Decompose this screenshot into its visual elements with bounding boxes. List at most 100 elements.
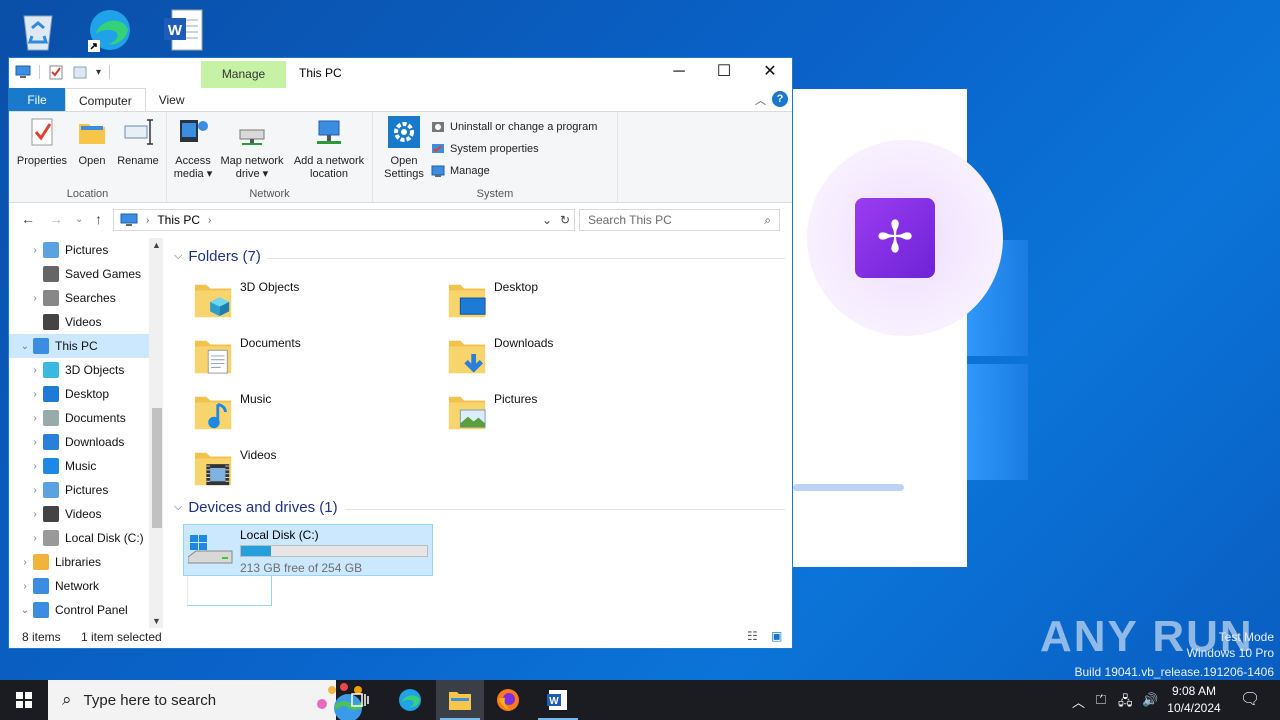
back-button[interactable]: ← [21, 211, 35, 227]
taskbar-word-button[interactable]: W [534, 680, 582, 720]
minimize-button[interactable]: ─ [656, 58, 702, 88]
collapsed-chevron-icon[interactable]: › [27, 389, 43, 400]
details-view-icon[interactable]: ☷ [747, 629, 758, 643]
scroll-down-icon[interactable]: ▼ [152, 616, 161, 626]
expanded-chevron-icon[interactable]: ⌄ [17, 605, 33, 616]
uninstall-program-button[interactable]: Uninstall or change a program [431, 120, 597, 134]
add-network-location-button[interactable]: Add a network location [289, 116, 369, 181]
task-view-button[interactable] [336, 680, 384, 720]
help-icon[interactable]: ? [772, 91, 788, 107]
nav-item[interactable]: › 3D Objects [9, 358, 149, 382]
app-logo-icon: ✢ [855, 198, 935, 278]
properties-button[interactable]: Properties [15, 116, 69, 168]
folders-header-label: Folders (7) [188, 248, 261, 265]
nav-item[interactable]: › Network [9, 574, 149, 598]
devices-section-header[interactable]: ⌵ Devices and drives (1) [174, 499, 338, 516]
nav-item[interactable]: Videos [9, 310, 149, 334]
up-button[interactable]: ↑ [95, 211, 102, 227]
nav-item[interactable]: › Downloads [9, 430, 149, 454]
folder-item[interactable]: Music [193, 390, 433, 440]
show-hidden-icons-icon[interactable]: ︿ [1072, 692, 1085, 711]
taskbar-search-box[interactable]: ⌕ Type here to search [48, 680, 364, 720]
forward-button[interactable]: → [49, 211, 63, 227]
system-properties-button[interactable]: System properties [431, 142, 539, 156]
collapsed-chevron-icon[interactable]: › [27, 533, 43, 544]
nav-item[interactable]: › Local Disk (C:) [9, 526, 149, 550]
collapsed-chevron-icon[interactable]: › [27, 437, 43, 448]
nav-item[interactable]: › Searches [9, 286, 149, 310]
folder-item[interactable]: Desktop [447, 278, 687, 328]
collapsed-chevron-icon[interactable]: › [27, 413, 43, 424]
network-icon[interactable]: 🖧 [1118, 692, 1133, 714]
open-settings-label-1: Open [390, 155, 418, 167]
folder-item[interactable]: Documents [193, 334, 433, 384]
properties-qat-icon[interactable] [48, 64, 64, 80]
local-disk-c[interactable]: Local Disk (C:) 213 GB free of 254 GB [183, 524, 433, 576]
scrollbar-thumb[interactable] [152, 408, 162, 528]
nav-item[interactable]: ⌄ Control Panel [9, 598, 149, 622]
new-folder-qat-icon[interactable] [72, 64, 88, 80]
nav-item[interactable]: › Documents [9, 406, 149, 430]
taskbar-edge-button[interactable] [386, 680, 434, 720]
system-clock[interactable]: 9:08 AM 10/4/2024 [1158, 683, 1230, 717]
collapsed-chevron-icon[interactable]: › [27, 245, 43, 256]
scroll-up-icon[interactable]: ▲ [152, 240, 161, 250]
open-button[interactable]: Open [71, 116, 113, 168]
taskbar-firefox-button[interactable] [484, 680, 532, 720]
recycle-bin-icon[interactable] [14, 6, 62, 54]
nav-item[interactable]: › Videos [9, 502, 149, 526]
nav-item[interactable]: › Music [9, 454, 149, 478]
collapsed-chevron-icon[interactable]: › [27, 461, 43, 472]
folders-section-header[interactable]: ⌵ Folders (7) [174, 248, 261, 265]
folder-item[interactable]: Downloads [447, 334, 687, 384]
edge-icon[interactable] [86, 6, 134, 54]
3d-objects-folder-icon [194, 284, 232, 318]
address-dropdown-icon[interactable]: ⌄ [542, 213, 552, 227]
nav-item[interactable]: › Pictures [9, 478, 149, 502]
nav-item[interactable]: › Desktop [9, 382, 149, 406]
breadcrumb-this-pc[interactable]: This PC [157, 213, 200, 227]
tab-file[interactable]: File [9, 88, 65, 112]
folder-item[interactable]: Pictures [447, 390, 687, 440]
nav-item-label: Desktop [65, 387, 110, 401]
collapsed-chevron-icon[interactable]: › [17, 557, 33, 568]
folder-item[interactable]: 3D Objects [193, 278, 433, 328]
collapsed-chevron-icon[interactable]: › [17, 581, 33, 592]
computer-icon [15, 65, 31, 78]
breadcrumb-chevron-icon[interactable]: › [208, 215, 211, 226]
volume-icon[interactable]: 🔊 [1142, 692, 1158, 708]
collapse-ribbon-icon[interactable]: ︿ [755, 92, 766, 108]
close-button[interactable]: ✕ [747, 58, 793, 88]
refresh-icon[interactable]: ↻ [560, 213, 570, 227]
tab-view[interactable]: View [146, 88, 198, 112]
nav-item[interactable]: › Libraries [9, 550, 149, 574]
word-icon[interactable]: W [160, 6, 208, 54]
tab-computer[interactable]: Computer [65, 88, 146, 112]
maximize-button[interactable]: ☐ [701, 58, 747, 88]
collapsed-chevron-icon[interactable]: › [27, 365, 43, 376]
address-bar[interactable]: › This PC › ⌄ ↻ [113, 209, 575, 231]
manage-context-tab[interactable]: Manage [201, 61, 286, 88]
usb-icon[interactable]: ⏍ [1096, 692, 1106, 708]
large-icons-view-icon[interactable]: ▣ [771, 629, 782, 643]
manage-button[interactable]: Manage [431, 164, 490, 178]
access-media-button[interactable]: Access media ▾ [169, 116, 217, 181]
nav-item[interactable]: Saved Games [9, 262, 149, 286]
collapsed-chevron-icon[interactable]: › [27, 509, 43, 520]
search-box[interactable]: Search This PC ⌕ [579, 209, 780, 231]
map-network-drive-button[interactable]: Map network drive ▾ [217, 116, 287, 181]
rename-button[interactable]: Rename [113, 116, 163, 168]
nav-item[interactable]: ⌄ This PC [9, 334, 149, 358]
folder-item[interactable]: Videos [193, 446, 433, 496]
start-button[interactable] [0, 680, 48, 720]
open-settings-button[interactable]: Open Settings [381, 116, 427, 181]
notifications-icon[interactable]: 🗨 [1240, 689, 1260, 709]
taskbar-explorer-button[interactable] [436, 680, 484, 720]
collapsed-chevron-icon[interactable]: › [27, 485, 43, 496]
recent-locations-button[interactable]: ⌄ [75, 214, 83, 225]
collapsed-chevron-icon[interactable]: › [27, 293, 43, 304]
qat-dropdown-icon[interactable]: ▾ [96, 67, 101, 78]
nav-item-icon [33, 602, 49, 618]
nav-item[interactable]: › Pictures [9, 238, 149, 262]
expanded-chevron-icon[interactable]: ⌄ [17, 341, 33, 352]
